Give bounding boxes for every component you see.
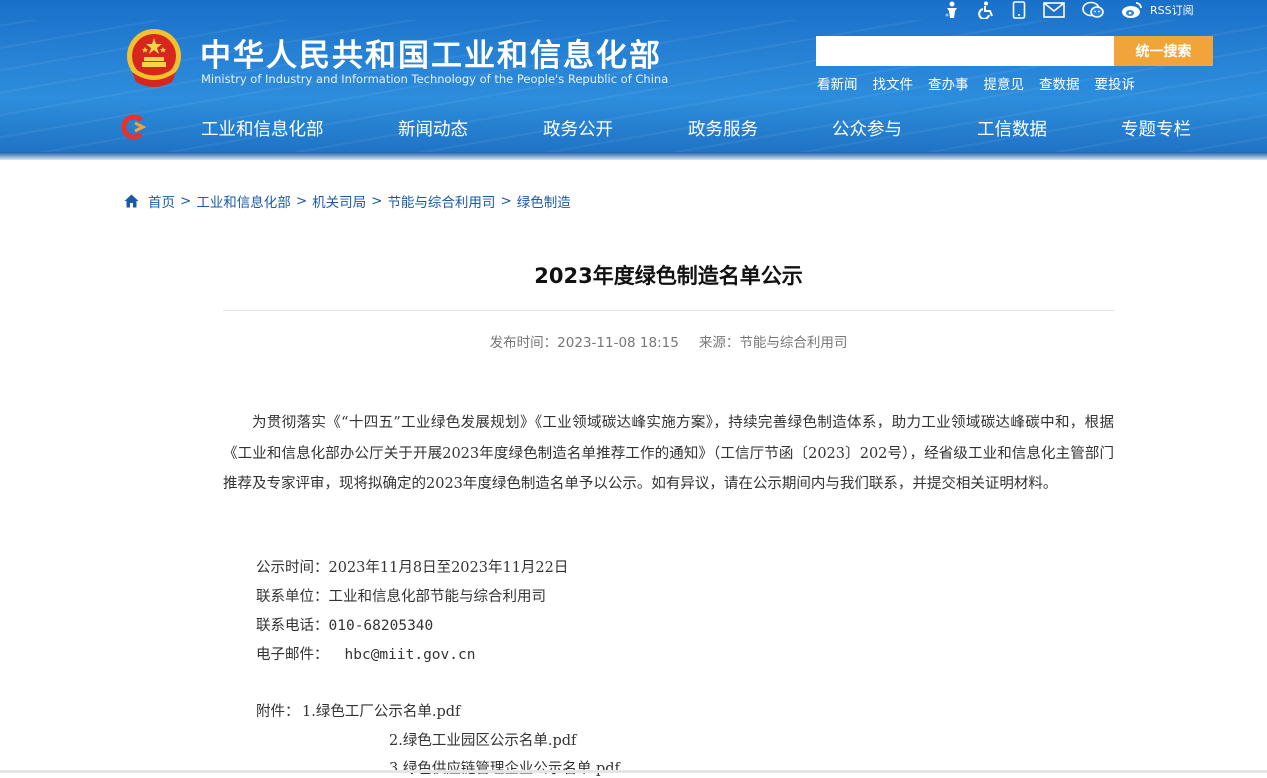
contact-email: 电子邮件： hbc@miit.gov.cn (256, 643, 475, 664)
attachment-link-green-factory[interactable]: 1.绿色工厂公示名单.pdf (302, 700, 460, 721)
mail-icon[interactable] (1043, 2, 1065, 18)
site-title[interactable]: 中华人民共和国工业和信息化部 (200, 30, 662, 75)
nav-ministry[interactable]: 工业和信息化部 (201, 116, 324, 141)
header-bottom-edge (0, 152, 1267, 160)
search-button[interactable]: 统一搜索 (1114, 36, 1213, 66)
article-meta: 发布时间：2023-11-08 18:15 来源：节能与综合利用司 (223, 331, 1114, 351)
wechat-icon[interactable] (1082, 1, 1104, 19)
mobile-phone-icon[interactable] (1012, 1, 1026, 19)
nav-public-participation[interactable]: 公众参与 (832, 116, 902, 141)
contact-unit-label: 联系单位： (256, 589, 329, 605)
quick-link-news[interactable]: 看新闻 (817, 73, 858, 93)
contact-unit-value: 工业和信息化部节能与综合利用司 (328, 589, 547, 605)
breadcrumb-energy-dept[interactable]: 节能与综合利用司 (387, 191, 495, 211)
nav-news[interactable]: 新闻动态 (398, 116, 468, 141)
breadcrumb-ministry[interactable]: 工业和信息化部 (196, 191, 291, 211)
breadcrumb-separator: > (371, 193, 383, 209)
home-icon (124, 194, 139, 208)
attachment-link-green-supply-chain[interactable]: 3.绿色供应链管理企业公示名单.pdf (389, 757, 620, 778)
article-body-paragraph: 为贯彻落实《“十四五”工业绿色发展规划》《工业领域碳达峰实施方案》，持续完善绿色… (223, 415, 1114, 493)
breadcrumb-departments[interactable]: 机关司局 (312, 191, 366, 211)
search-input[interactable] (816, 36, 1114, 66)
accessibility-person-icon[interactable] (944, 1, 960, 19)
breadcrumb-green-manufacturing[interactable]: 绿色制造 (517, 191, 571, 211)
nav-gov-services[interactable]: 政务服务 (688, 116, 758, 141)
quick-link-complaint[interactable]: 要投诉 (1095, 73, 1136, 93)
notice-period: 公示时间：2023年11月8日至2023年11月22日 (256, 556, 568, 577)
breadcrumb-separator: > (180, 193, 192, 209)
nav-industry-data[interactable]: 工信数据 (977, 116, 1047, 141)
nav-gov-affairs[interactable]: 政务公开 (543, 116, 613, 141)
wheelchair-icon[interactable] (977, 1, 995, 19)
contact-email-value[interactable]: hbc@miit.gov.cn (345, 647, 476, 663)
attachment-link-green-park[interactable]: 2.绿色工业园区公示名单.pdf (389, 729, 576, 750)
breadcrumb-home[interactable]: 首页 (148, 191, 175, 211)
contact-phone: 联系电话：010-68205340 (256, 614, 433, 635)
breadcrumb-separator: > (295, 193, 308, 209)
rss-subscribe-link[interactable]: RSS订阅 (1150, 2, 1194, 18)
contact-phone-label: 联系电话： (256, 618, 329, 634)
contact-email-label: 电子邮件： (256, 647, 329, 663)
quick-link-data[interactable]: 查数据 (1039, 73, 1080, 93)
top-utility-icons: RSS订阅 (944, 0, 1194, 20)
national-emblem-icon[interactable] (124, 26, 184, 90)
site-subtitle-english: Ministry of Industry and Information Tec… (201, 72, 669, 86)
main-nav: 工业和信息化部 新闻动态 政务公开 政务服务 公众参与 工信数据 专题专栏 (0, 108, 1267, 148)
title-divider (223, 310, 1114, 311)
attachments-label: 附件： (256, 704, 300, 720)
publish-time: 2023-11-08 18:15 (557, 335, 679, 351)
breadcrumb-separator: > (500, 193, 512, 209)
notice-period-label: 公示时间： (256, 560, 329, 576)
search-box (816, 36, 1114, 66)
weibo-icon[interactable] (1121, 1, 1143, 19)
notice-period-value: 2023年11月8日至2023年11月22日 (328, 560, 569, 576)
nav-special-topics[interactable]: 专题专栏 (1121, 116, 1191, 141)
article-title: 2023年度绿色制造名单公示 (534, 264, 803, 288)
quick-links: 看新闻 找文件 查办事 提意见 查数据 要投诉 (817, 73, 1135, 93)
quick-link-services[interactable]: 查办事 (928, 73, 969, 93)
contact-unit: 联系单位：工业和信息化部节能与综合利用司 (256, 585, 546, 606)
quick-link-documents[interactable]: 找文件 (873, 73, 914, 93)
breadcrumb: 首页 > 工业和信息化部 > 机关司局 > 节能与综合利用司 > 绿色制造 (124, 191, 571, 211)
source-value: 节能与综合利用司 (739, 335, 848, 351)
site-header: 中华人民共和国工业和信息化部 Ministry of Industry and … (0, 0, 1267, 160)
miit-logo-icon[interactable] (121, 114, 147, 140)
source-label: 来源： (698, 335, 740, 351)
quick-link-feedback[interactable]: 提意见 (984, 73, 1025, 93)
publish-time-label: 发布时间： (489, 335, 558, 351)
contact-phone-value: 010-68205340 (328, 618, 434, 634)
